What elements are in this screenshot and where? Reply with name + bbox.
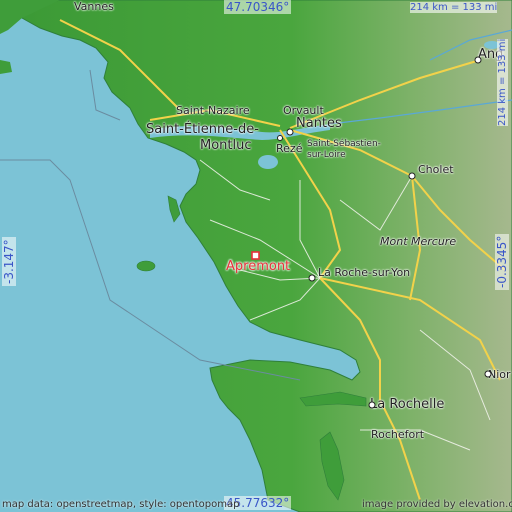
map-view[interactable]: Vannes Saint-Nazaire Saint-Étienne-de- M… (0, 0, 512, 512)
place-label-mont-mercure: Mont Mercure (380, 235, 457, 248)
coord-top: 47.70346° (224, 0, 292, 14)
city-label-rochefort: Rochefort (371, 428, 425, 441)
city-label-cholet: Cholet (418, 163, 454, 176)
scale-horizontal: 214 km = 133 mi (410, 2, 498, 13)
city-label-la-rochelle: La Rochelle (370, 397, 445, 412)
city-label-vannes: Vannes (74, 0, 114, 13)
city-label-la-roche-sur-yon: La Roche-sur-Yon (318, 266, 411, 279)
city-label-reze: Rezé (276, 142, 303, 155)
map-terrain (0, 0, 512, 512)
city-label-saint-sebastien-line2: sur-Loire (307, 150, 346, 160)
coord-right: -0.3345° (495, 233, 509, 290)
attribution-map-data: map data: openstreetmap, style: opentopo… (2, 499, 240, 510)
city-label-niort: Nior (488, 368, 511, 381)
city-label-nantes: Nantes (296, 116, 342, 131)
city-label-saint-nazaire: Saint-Nazaire (176, 104, 250, 117)
location-marker-label: Apremont (226, 259, 291, 274)
scale-vertical: 214 km = 133 mi (497, 38, 508, 126)
coord-left: -3.147° (2, 237, 16, 286)
city-label-saint-etienne-line1: Saint-Étienne-de- (146, 122, 259, 137)
city-label-saint-sebastien-line1: Saint-Sébastien- (307, 139, 381, 149)
attribution-provider: image provided by elevation.city (362, 499, 512, 510)
city-label-saint-etienne-line2: Montluc (200, 138, 252, 153)
